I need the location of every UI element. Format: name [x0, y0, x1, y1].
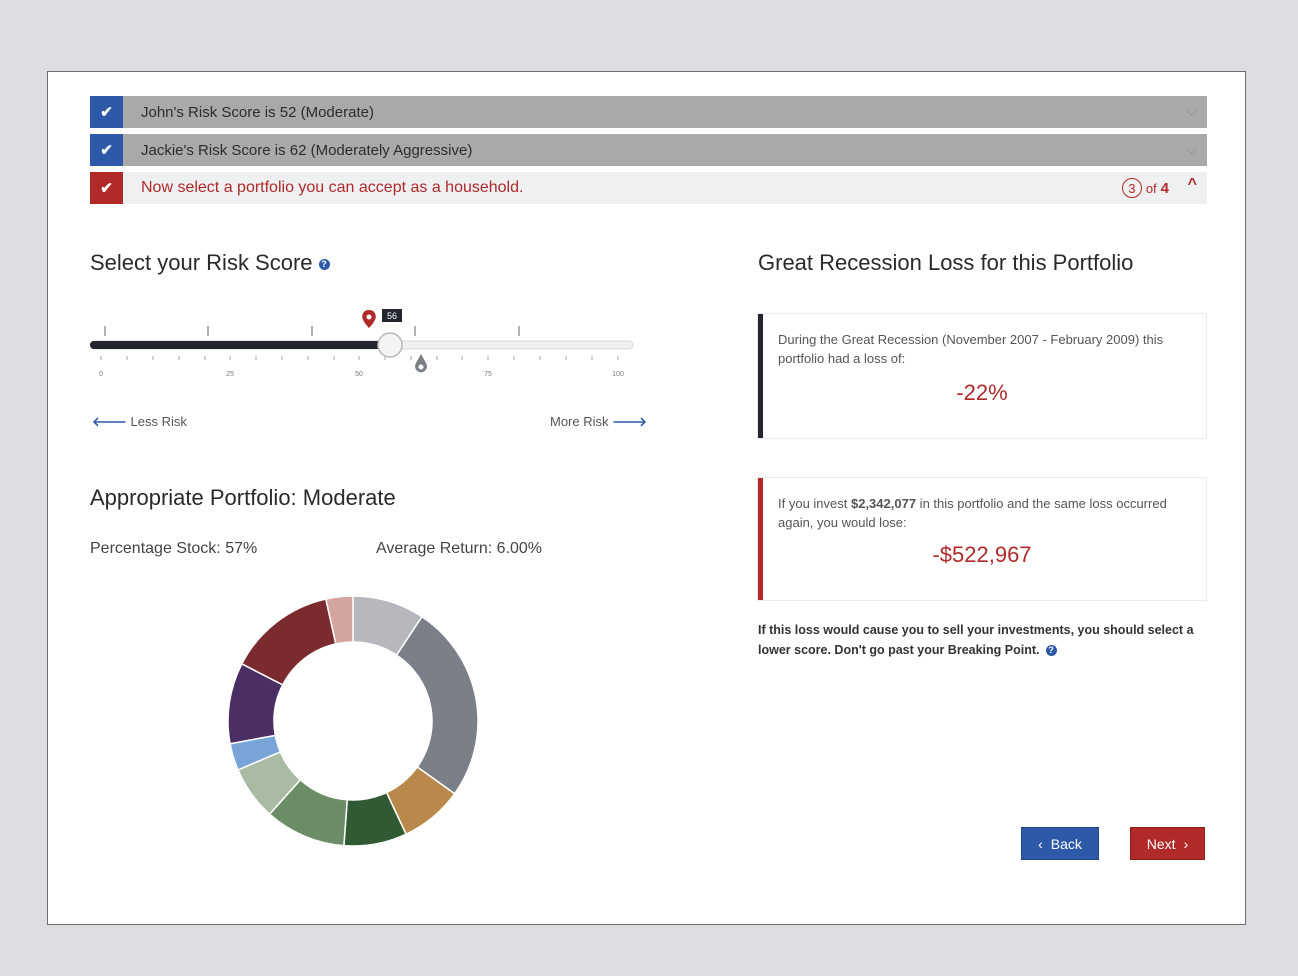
- step-total: 4: [1160, 179, 1169, 197]
- invest-prefix: If you invest: [778, 496, 851, 511]
- chevron-up-icon[interactable]: ^: [1188, 176, 1197, 194]
- accordion-household-portfolio[interactable]: ✔ Now select a portfolio you can accept …: [90, 172, 1207, 204]
- next-button[interactable]: Next ›: [1130, 827, 1205, 860]
- chevron-down-icon[interactable]: ⌵: [1186, 141, 1197, 158]
- arrow-left-icon: 🡐: [92, 414, 127, 429]
- slider-handle: [377, 332, 403, 358]
- check-icon: ✔: [90, 96, 123, 128]
- recession-heading: Great Recession Loss for this Portfolio: [758, 250, 1134, 275]
- breaking-point-note: If this loss would cause you to sell you…: [758, 620, 1208, 660]
- check-icon: ✔: [90, 134, 123, 166]
- portfolio-donut-chart: [227, 595, 479, 847]
- risk-score-slider[interactable]: 0 25 50 75 100 56: [88, 304, 638, 384]
- help-icon[interactable]: ?: [318, 258, 330, 270]
- donut-slice: [395, 615, 479, 795]
- more-risk-link[interactable]: More Risk 🡒: [550, 414, 647, 430]
- check-icon: ✔: [90, 172, 123, 204]
- accordion-label: Now select a portfolio you can accept as…: [141, 179, 524, 196]
- dollar-loss-card: If you invest $2,342,077 in this portfol…: [758, 478, 1206, 600]
- step-of: of: [1145, 180, 1157, 196]
- chevron-down-icon[interactable]: ⌵: [1186, 103, 1197, 120]
- risk-score-heading-text: Select your Risk Score: [90, 250, 313, 275]
- dollar-loss-value: -$522,967: [932, 542, 1032, 567]
- less-risk-link[interactable]: 🡐 Less Risk: [92, 414, 187, 430]
- percentage-stock: Percentage Stock: 57%: [90, 540, 258, 557]
- loss-percentage: -22%: [956, 380, 1008, 405]
- accordion-label: John's Risk Score is 52 (Moderate): [141, 103, 374, 121]
- portfolio-panel: ✔ John's Risk Score is 52 (Moderate) ⌵ ✔…: [47, 71, 1246, 925]
- slider-fill: [90, 341, 390, 349]
- accordion-label: Jackie's Risk Score is 62 (Moderately Ag…: [141, 141, 473, 159]
- invest-amount: $2,342,077: [850, 496, 917, 511]
- step-current: 3: [1121, 178, 1142, 198]
- chevron-left-icon: ‹: [1038, 835, 1043, 852]
- more-risk-label: More Risk: [550, 414, 609, 429]
- less-risk-label: Less Risk: [130, 414, 187, 429]
- back-label: Back: [1050, 835, 1082, 852]
- help-icon[interactable]: ?: [1045, 645, 1057, 657]
- slider-graphic: 0 25 50 75 100 56: [89, 309, 634, 378]
- chevron-right-icon: ›: [1183, 835, 1189, 852]
- accordion-jackie-risk[interactable]: ✔ Jackie's Risk Score is 62 (Moderately …: [90, 134, 1207, 166]
- tick-label: 75: [484, 371, 492, 378]
- tick-label: 100: [612, 371, 624, 378]
- card-accent-bar: [758, 314, 763, 438]
- risk-score-heading: Select your Risk Score?: [90, 250, 330, 276]
- card-accent-bar: [758, 478, 763, 600]
- tick-label: 0: [99, 371, 103, 378]
- map-pin-icon: [362, 310, 376, 328]
- tick-label: 50: [355, 371, 363, 378]
- recession-loss-card: During the Great Recession (November 200…: [758, 314, 1206, 438]
- dollar-loss-description: If you invest $2,342,077 in this portfol…: [778, 494, 1186, 532]
- step-indicator: 3 of 4: [1121, 178, 1169, 198]
- loss-description: During the Great Recession (November 200…: [778, 332, 1164, 366]
- accordion-john-risk[interactable]: ✔ John's Risk Score is 52 (Moderate) ⌵: [90, 96, 1207, 128]
- next-label: Next: [1146, 835, 1176, 852]
- portfolio-heading: Appropriate Portfolio: Moderate: [90, 485, 396, 510]
- arrow-right-icon: 🡒: [612, 414, 648, 429]
- breaking-point-marker-icon: [415, 354, 427, 373]
- breaking-point-text: If this loss would cause you to sell you…: [758, 623, 1194, 657]
- tick-label: 25: [226, 371, 234, 378]
- value-tooltip: 56: [382, 309, 402, 322]
- average-return: Average Return: 6.00%: [376, 540, 543, 557]
- back-button[interactable]: ‹ Back: [1021, 827, 1099, 860]
- slider-value-label: 56: [387, 311, 397, 321]
